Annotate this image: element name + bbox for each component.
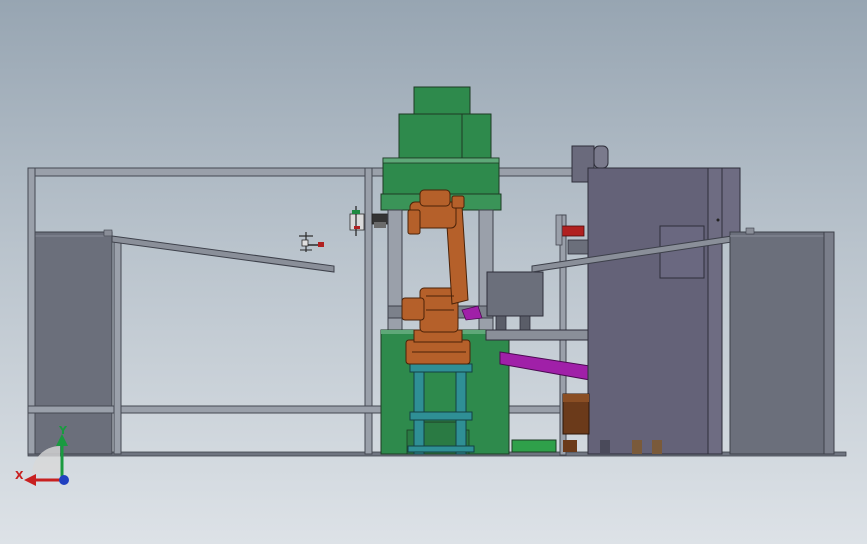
graphics-viewport[interactable]: X Y: [0, 0, 867, 544]
right-machine-cabinet[interactable]: [571, 145, 741, 455]
parts-bin[interactable]: [562, 393, 590, 452]
cylinder-housing[interactable]: [485, 271, 589, 341]
press-top-cylinder[interactable]: [413, 86, 471, 115]
cad-model-scene[interactable]: [0, 0, 867, 544]
left-enclosure-panel[interactable]: [33, 229, 113, 455]
right-enclosure-panel[interactable]: [729, 227, 835, 455]
sensor-fixture-left[interactable]: [299, 232, 324, 252]
axis-x-label: X: [15, 469, 24, 482]
robot-wrist[interactable]: [407, 209, 421, 235]
magenta-pipe[interactable]: [499, 351, 591, 381]
axis-y-label: Y: [59, 424, 67, 437]
hydraulic-press[interactable]: [380, 86, 510, 455]
left-inclined-conveyor[interactable]: [111, 235, 335, 273]
green-tray[interactable]: [511, 439, 557, 453]
